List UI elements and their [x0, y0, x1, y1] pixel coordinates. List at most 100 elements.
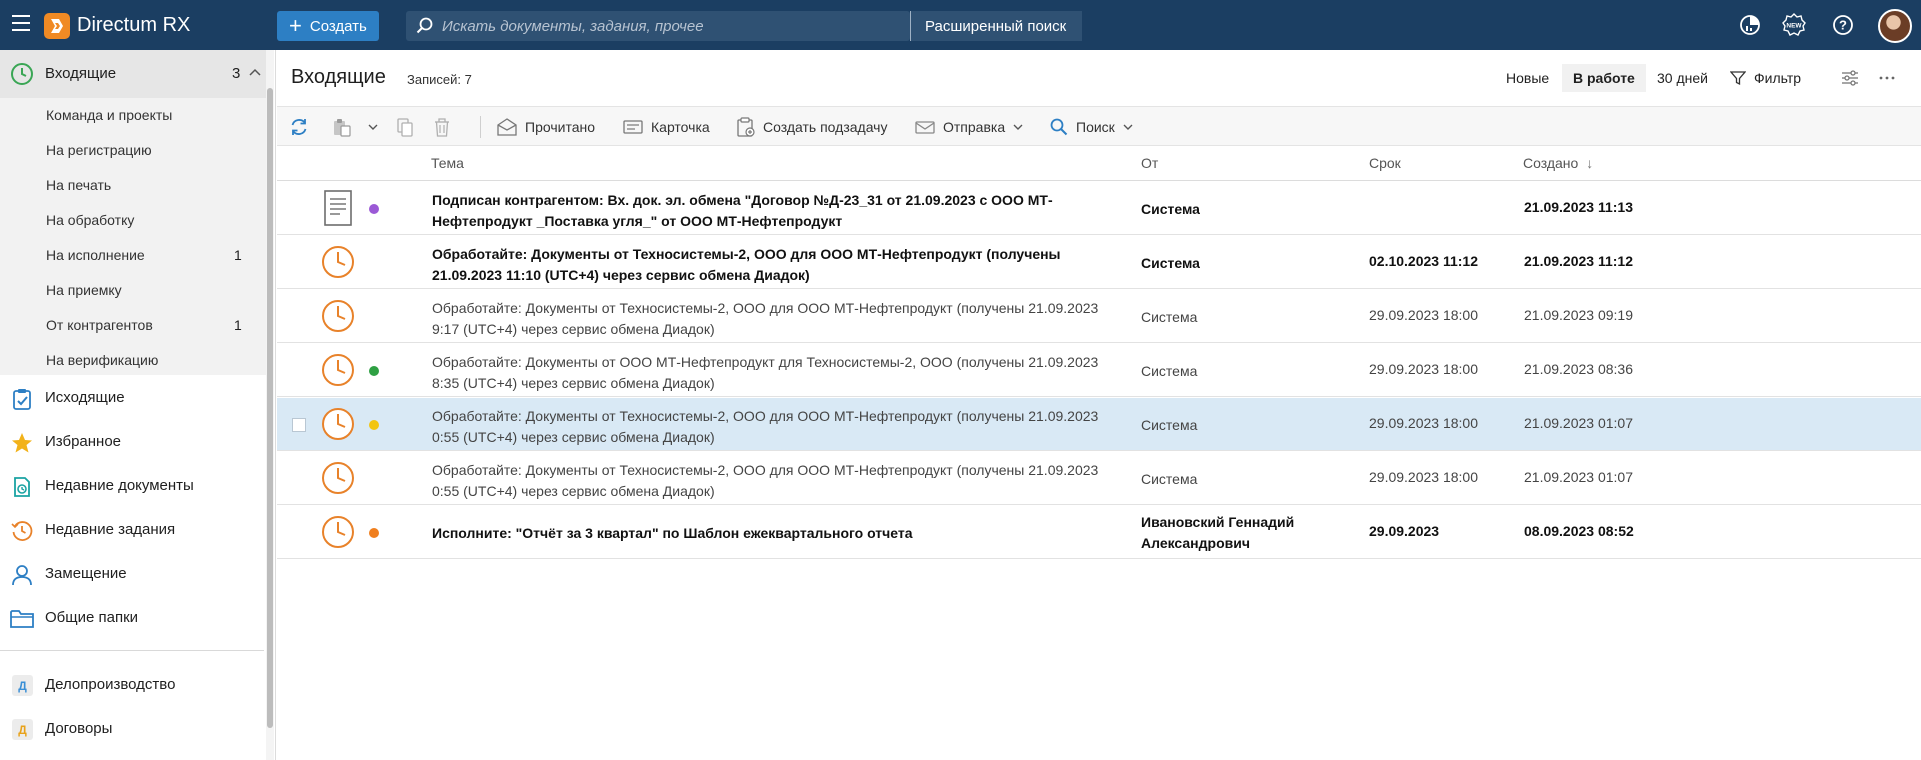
recent-documents-icon: [10, 475, 34, 499]
row-subject: Обработайте: Документы от Техносистемы-2…: [432, 300, 1099, 337]
table-row[interactable]: Обработайте: Документы от Техносистемы-2…: [277, 452, 1921, 505]
task-clock-icon: [321, 353, 355, 387]
sidebar-scrollbar[interactable]: [266, 50, 274, 760]
row-subject: Обработайте: Документы от ООО МТ-Нефтепр…: [432, 354, 1099, 391]
table-row[interactable]: Обработайте: Документы от Техносистемы-2…: [277, 398, 1921, 451]
send-button[interactable]: Отправка: [915, 107, 1023, 147]
row-created: 08.09.2023 08:52: [1524, 523, 1634, 539]
table-header-divider: [277, 180, 1921, 181]
filter-label: Фильтр: [1754, 70, 1802, 86]
refresh-button[interactable]: [289, 107, 317, 147]
task-clock-icon: [321, 407, 355, 441]
sidebar-item-label: Делопроизводство: [45, 676, 176, 693]
row-due: 29.09.2023 18:00: [1369, 469, 1478, 485]
sidebar-module-records-management[interactable]: Д Делопроизводство: [0, 663, 266, 707]
sidebar-item-substitution[interactable]: Замещение: [0, 552, 266, 596]
sidebar-subitem-label: На верификацию: [46, 352, 159, 368]
sidebar-item-outgoing[interactable]: Исходящие: [0, 376, 266, 420]
column-header-created[interactable]: Создано ↓: [1523, 155, 1593, 171]
filter-button[interactable]: Фильтр: [1730, 64, 1801, 92]
plus-icon: +: [289, 13, 302, 38]
sidebar-item-favorites[interactable]: Избранное: [0, 420, 266, 464]
sidebar-item-label: Договоры: [45, 720, 113, 737]
chevron-up-icon[interactable]: [249, 68, 261, 76]
tab-30-days[interactable]: 30 дней: [1646, 64, 1719, 92]
row-checkbox[interactable]: [292, 418, 306, 432]
sidebar-item-shared-folders[interactable]: Общие папки: [0, 596, 266, 640]
subtask-icon: [737, 117, 755, 137]
sort-desc-icon: ↓: [1586, 155, 1594, 171]
delete-button[interactable]: [433, 107, 459, 147]
sidebar-subitem-execution[interactable]: На исполнение 1: [0, 238, 266, 273]
row-from: Система: [1141, 417, 1198, 433]
sidebar-item-recent-documents[interactable]: Недавние документы: [0, 464, 266, 508]
sidebar-subitem-processing[interactable]: На обработку: [0, 203, 266, 238]
search-input[interactable]: [442, 17, 902, 35]
card-icon: [623, 120, 643, 134]
sidebar-item-recent-tasks[interactable]: Недавние задания: [0, 508, 266, 552]
scrollbar-thumb[interactable]: [267, 88, 273, 728]
outgoing-icon: [10, 387, 34, 411]
column-header-due[interactable]: Срок: [1369, 155, 1401, 171]
color-flag-icon: [369, 528, 379, 538]
sidebar-item-label: Недавние задания: [45, 521, 176, 538]
substitution-icon: [10, 563, 34, 587]
row-due: 02.10.2023 11:12: [1369, 253, 1478, 269]
sidebar-subitem-acceptance[interactable]: На приемку: [0, 273, 266, 308]
sidebar-subitem-registration[interactable]: На регистрацию: [0, 133, 266, 168]
row-due: 29.09.2023 18:00: [1369, 361, 1478, 377]
row-created: 21.09.2023 01:07: [1524, 415, 1633, 431]
copy-icon: [397, 118, 413, 137]
mark-read-button[interactable]: Прочитано: [497, 107, 595, 147]
sidebar-subitem-counterparties[interactable]: От контрагентов 1: [0, 308, 266, 343]
create-button[interactable]: + Создать: [277, 11, 379, 41]
card-button[interactable]: Карточка: [623, 107, 710, 147]
tab-in-progress[interactable]: В работе: [1562, 64, 1646, 92]
sidebar-item-label: Замещение: [45, 565, 127, 582]
new-badge-icon[interactable]: NEW: [1782, 13, 1806, 37]
table-row[interactable]: Обработайте: Документы от Техносистемы-2…: [277, 290, 1921, 343]
paste-button[interactable]: [332, 107, 378, 147]
row-subject: Подписан контрагентом: Вх. док. эл. обме…: [432, 192, 1053, 229]
chevron-down-icon: [1123, 124, 1133, 130]
row-due: 29.09.2023: [1369, 523, 1440, 539]
search-menu-button[interactable]: Поиск: [1050, 107, 1133, 147]
sidebar-subitem-count: 1: [234, 247, 242, 263]
row-from: Система: [1141, 471, 1198, 487]
top-bar: Directum RX + Создать Расширенный поиск …: [0, 0, 1921, 50]
sidebar-subitem-verification[interactable]: На верификацию: [0, 343, 266, 378]
sidebar-subitem-print[interactable]: На печать: [0, 168, 266, 203]
sidebar-module-contracts[interactable]: Д Договоры: [0, 707, 266, 751]
analytics-icon[interactable]: [1738, 13, 1762, 37]
color-flag-icon: [369, 366, 379, 376]
user-avatar[interactable]: [1878, 9, 1912, 43]
inbox-clock-icon: [11, 63, 33, 85]
filter-icon: [1730, 71, 1746, 86]
settings-sliders-icon[interactable]: [1840, 68, 1860, 88]
sidebar-subitem-team-projects[interactable]: Команда и проекты: [0, 98, 266, 133]
create-subtask-button[interactable]: Создать подзадачу: [737, 107, 887, 147]
menu-icon[interactable]: [12, 15, 30, 31]
app-logo-icon[interactable]: [44, 13, 70, 39]
table-row[interactable]: Подписан контрагентом: Вх. док. эл. обме…: [277, 182, 1921, 235]
table-row[interactable]: Исполните: "Отчёт за 3 квартал" по Шабло…: [277, 506, 1921, 559]
help-icon[interactable]: ?: [1831, 13, 1855, 37]
column-header-from[interactable]: От: [1141, 155, 1158, 171]
copy-button[interactable]: [396, 107, 422, 147]
tab-new[interactable]: Новые: [1495, 64, 1560, 92]
sidebar-item-label: Общие папки: [45, 609, 139, 626]
sidebar-item-inbox[interactable]: Входящие 3: [0, 50, 266, 98]
table-row[interactable]: Обработайте: Документы от Техносистемы-2…: [277, 236, 1921, 289]
search-icon: [416, 17, 433, 34]
module-badge: Д: [12, 719, 33, 740]
table-row[interactable]: Обработайте: Документы от ООО МТ-Нефтепр…: [277, 344, 1921, 397]
more-options-icon[interactable]: [1877, 68, 1897, 88]
sidebar-subitem-label: На обработку: [46, 212, 135, 228]
advanced-search-button[interactable]: Расширенный поиск: [910, 11, 1082, 41]
sidebar-subitem-label: Команда и проекты: [46, 107, 173, 123]
create-button-label: Создать: [309, 17, 367, 35]
column-header-subject[interactable]: Тема: [431, 155, 464, 171]
app-title[interactable]: Directum RX: [77, 14, 190, 37]
document-icon: [321, 190, 355, 226]
color-flag-icon: [369, 420, 379, 430]
